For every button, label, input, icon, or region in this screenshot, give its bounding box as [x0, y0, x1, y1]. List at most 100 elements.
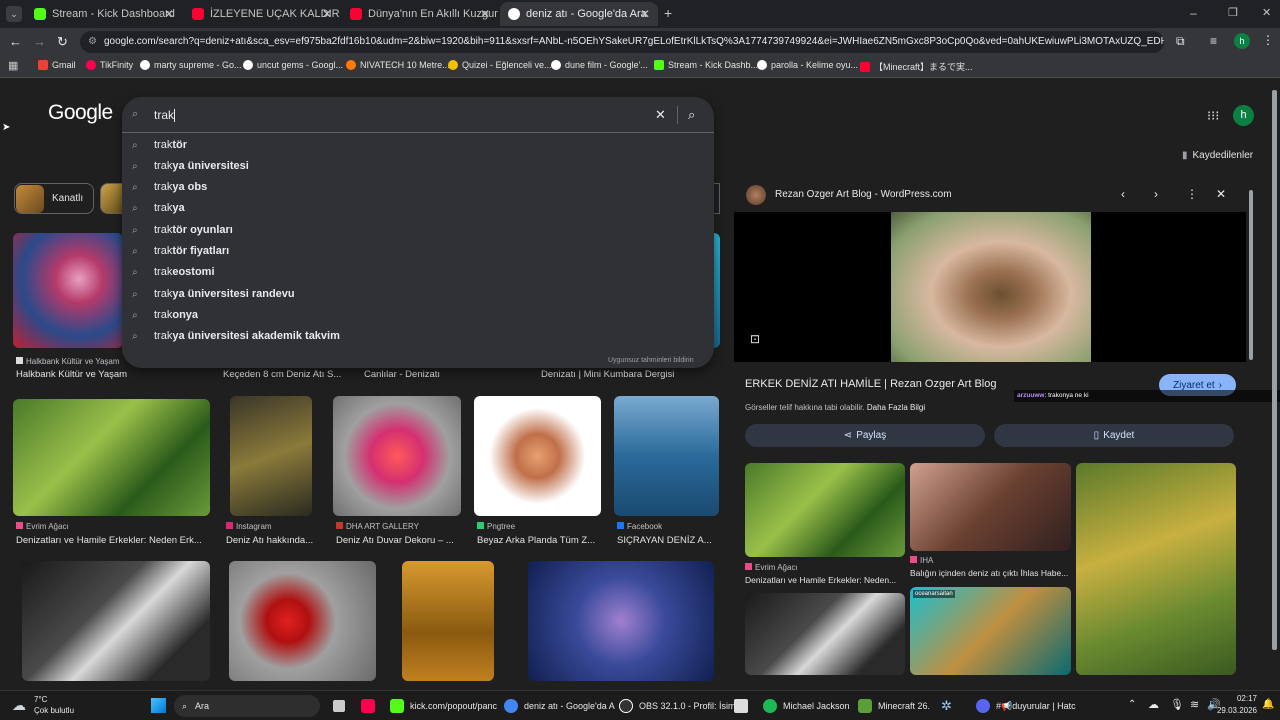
- bookmark-tikfinity[interactable]: TikFinity: [86, 60, 133, 70]
- suggestion-item[interactable]: ⌕ trak ya üniversitesi akademik takvim: [132, 326, 702, 346]
- related-image[interactable]: [910, 463, 1071, 551]
- taskbar-app-minecraft[interactable]: Minecraft 26.: [858, 699, 930, 713]
- bookmark-parolla[interactable]: parolla - Kelime oyu...: [757, 60, 858, 70]
- clock-time[interactable]: 02:17: [1223, 694, 1257, 703]
- maximize-icon[interactable]: ❐: [1228, 6, 1238, 19]
- bookmark-nivatech[interactable]: NIVATECH 10 Metre...: [346, 60, 450, 70]
- related-image[interactable]: [745, 593, 905, 675]
- suggestion-item[interactable]: ⌕ trak tör: [132, 135, 702, 155]
- bookmark-minecraft[interactable]: 【Minecraft】まるで実...: [860, 60, 973, 73]
- image-title[interactable]: Denizatları ve Hamile Erkekler: Neden Er…: [16, 535, 211, 546]
- result-image[interactable]: [474, 396, 601, 516]
- media-icon[interactable]: ≡: [1210, 34, 1217, 48]
- bookmark-kick[interactable]: Stream - Kick Dashb...: [654, 60, 758, 70]
- panel-scrollbar[interactable]: [1249, 190, 1253, 360]
- related-image[interactable]: [1076, 463, 1236, 675]
- bookmark-uncut[interactable]: uncut gems - Googl...: [243, 60, 343, 70]
- site-info-icon[interactable]: ⚙: [88, 31, 97, 53]
- image-title[interactable]: SIÇRAYAN DENİZ A...: [617, 535, 719, 546]
- preview-image[interactable]: [891, 212, 1091, 362]
- apps-grid-icon[interactable]: ▦: [8, 59, 18, 72]
- related-image[interactable]: [745, 463, 905, 557]
- task-view-icon[interactable]: [333, 700, 345, 712]
- taskbar-app-chrome[interactable]: deniz atı - Google'da A: [504, 699, 615, 713]
- image-title[interactable]: Canlılar - Denizatı: [364, 369, 514, 380]
- profile-avatar[interactable]: h: [1234, 33, 1250, 49]
- suggestion-item[interactable]: ⌕ trak ya üniversitesi: [132, 156, 702, 176]
- preview-title[interactable]: ERKEK DENİZ ATI HAMİLE | Rezan Ozger Art…: [745, 378, 996, 390]
- more-options-icon[interactable]: ⋮: [1186, 187, 1198, 201]
- close-window-icon[interactable]: ✕: [1262, 6, 1271, 19]
- suggestion-item[interactable]: ⌕ trak ya üniversitesi randevu: [132, 284, 702, 304]
- address-bar[interactable]: ⚙ google.com/search?q=deniz+atı&sca_esv=…: [80, 31, 1164, 53]
- tray-overflow-icon[interactable]: ⌃: [1128, 699, 1136, 710]
- result-image[interactable]: [402, 561, 494, 681]
- prev-image-icon[interactable]: ‹: [1121, 187, 1125, 201]
- apps-icon[interactable]: ⁝⁝⁝: [1207, 108, 1219, 124]
- google-logo[interactable]: Google: [48, 101, 113, 125]
- account-avatar[interactable]: h: [1233, 105, 1254, 126]
- tab-youtube-2[interactable]: Dünya'nın En Akıllı Kuzgununu ✕: [342, 2, 498, 26]
- close-panel-icon[interactable]: ✕: [1216, 187, 1226, 201]
- close-tab-icon[interactable]: ✕: [640, 7, 650, 21]
- new-tab-icon[interactable]: +: [664, 5, 672, 21]
- suggestion-item[interactable]: ⌕ trak eostomi: [132, 262, 702, 282]
- page-scrollbar[interactable]: [1272, 90, 1277, 650]
- save-button[interactable]: ▯ Kaydet: [994, 424, 1234, 447]
- lens-icon[interactable]: ⊡: [750, 332, 760, 346]
- result-image[interactable]: [528, 561, 714, 681]
- close-tab-icon[interactable]: ✕: [480, 7, 490, 21]
- share-button[interactable]: ⋖ Paylaş: [745, 424, 985, 447]
- image-title[interactable]: Beyaz Arka Planda Tüm Z...: [477, 535, 602, 546]
- more-info-link[interactable]: Daha Fazla Bilgi: [867, 403, 925, 412]
- related-image[interactable]: [910, 587, 1071, 675]
- report-suggestions-link[interactable]: Uygunsuz tahminleri bildirin: [608, 357, 694, 364]
- suggestion-item[interactable]: ⌕ trak onya: [132, 305, 702, 325]
- taskbar-search[interactable]: ⌕ Ara: [174, 695, 320, 717]
- bookmark-gmail[interactable]: Gmail: [38, 60, 76, 70]
- saved-link[interactable]: ▮ Kaydedilenler: [1182, 150, 1253, 161]
- clock-date[interactable]: 29.03.2026: [1203, 706, 1257, 715]
- result-image[interactable]: [13, 233, 123, 348]
- taskbar-app-discord[interactable]: #📢duyurular | Hatc: [976, 699, 1076, 713]
- image-title[interactable]: Keçeden 8 cm Deniz Atı S...: [223, 369, 353, 380]
- tab-google-search[interactable]: deniz atı - Google'da Ara ✕: [500, 2, 658, 26]
- minimize-icon[interactable]: –: [1190, 6, 1197, 20]
- result-image[interactable]: [22, 561, 210, 681]
- search-input[interactable]: trak: [154, 108, 176, 123]
- start-button[interactable]: [151, 698, 166, 713]
- suggestion-item[interactable]: ⌕ trak tör oyunları: [132, 220, 702, 240]
- preview-site-name[interactable]: Rezan Ozger Art Blog - WordPress.com: [775, 189, 952, 200]
- result-image[interactable]: [333, 396, 461, 516]
- forward-icon[interactable]: →: [33, 34, 46, 49]
- tab-search-icon[interactable]: ⌄: [6, 6, 22, 22]
- wifi-icon[interactable]: ≋: [1190, 698, 1199, 711]
- onedrive-icon[interactable]: ☁: [1148, 698, 1159, 711]
- calculator-icon[interactable]: [734, 699, 748, 713]
- image-title[interactable]: Deniz Atı hakkında...: [226, 535, 326, 546]
- extensions-icon[interactable]: ⧉: [1176, 34, 1185, 49]
- microphone-icon[interactable]: 🎙: [1170, 698, 1184, 711]
- bookmark-dune[interactable]: dune film - Google'...: [551, 60, 648, 70]
- suggestion-item[interactable]: ⌕ trak ya obs: [132, 177, 702, 197]
- image-title[interactable]: Denizatları ve Hamile Erkekler: Neden...: [745, 575, 900, 585]
- tiktok-icon[interactable]: [361, 699, 375, 713]
- notifications-icon[interactable]: 🔔: [1262, 699, 1274, 710]
- reload-icon[interactable]: ↻: [57, 34, 68, 50]
- result-image[interactable]: [230, 396, 312, 516]
- close-tab-icon[interactable]: ✕: [322, 7, 332, 21]
- suggestion-item[interactable]: ⌕ trak ya: [132, 198, 702, 218]
- back-icon[interactable]: ←: [9, 34, 22, 49]
- tab-youtube-1[interactable]: İZLEYENE UÇAK KALDIRMAYI Ö ✕: [184, 2, 340, 26]
- image-title[interactable]: Halkbank Kültür ve Yaşam: [16, 369, 196, 380]
- filter-chip[interactable]: Kanatlı: [14, 183, 94, 214]
- bookmark-quizei[interactable]: Quizei - Eğlenceli ve...: [448, 60, 552, 70]
- image-title[interactable]: Deniz Atı Duvar Dekoru – ...: [336, 535, 464, 546]
- result-image[interactable]: [614, 396, 719, 516]
- bookmark-marty[interactable]: marty supreme - Go...: [140, 60, 242, 70]
- image-title[interactable]: Balığın içinden deniz atı çıktı İhlas Ha…: [910, 568, 1070, 578]
- result-image[interactable]: [13, 399, 210, 516]
- taskbar-app-obs[interactable]: OBS 32.1.0 - Profil: İsim: [619, 699, 736, 713]
- menu-icon[interactable]: ⋮: [1262, 33, 1274, 47]
- result-image[interactable]: [229, 561, 376, 681]
